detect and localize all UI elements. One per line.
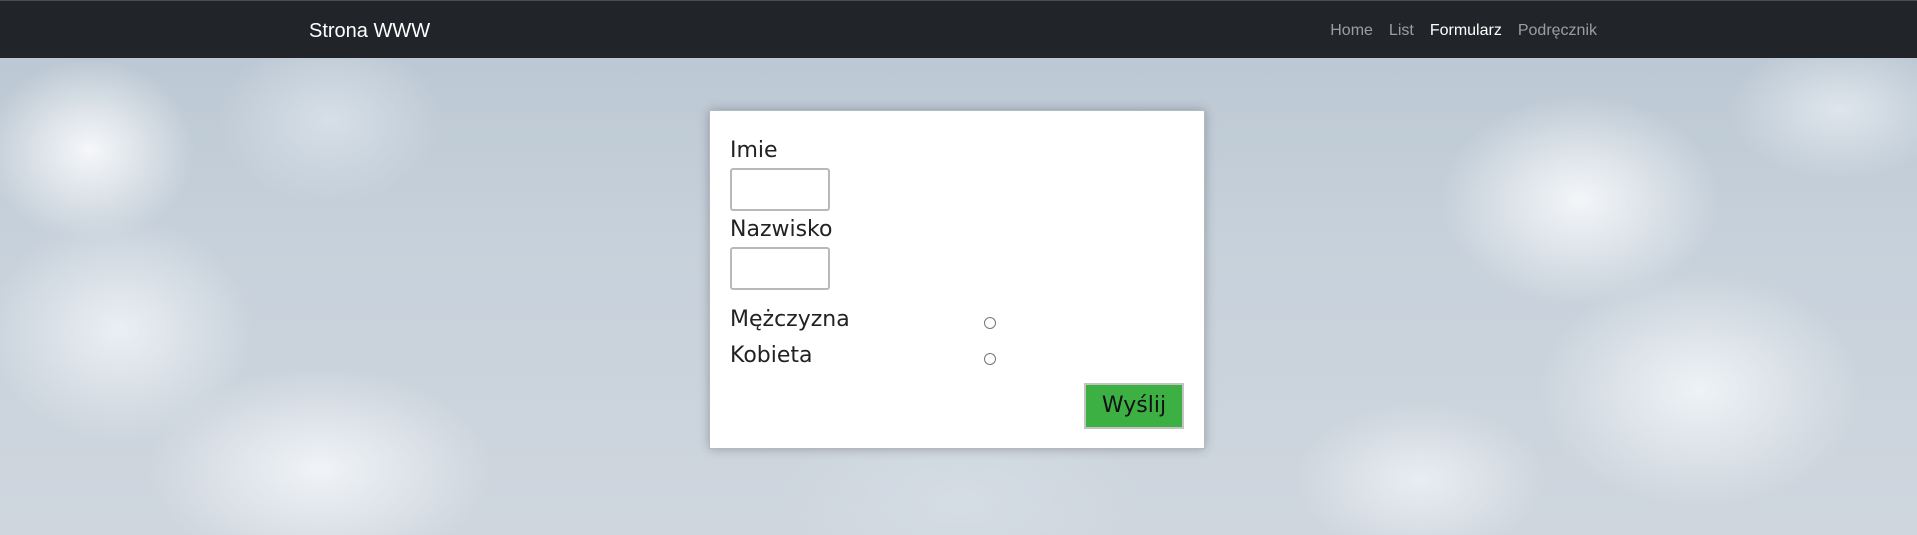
- last-name-label: Nazwisko: [730, 217, 833, 242]
- nav-links: Home List Formularz Podręcznik: [1330, 21, 1597, 41]
- nav-link-list[interactable]: List: [1389, 21, 1414, 41]
- navbar: Strona WWW Home List Formularz Podręczni…: [0, 0, 1917, 58]
- nav-link-home[interactable]: Home: [1330, 21, 1373, 41]
- gender-female-radio[interactable]: [984, 353, 996, 365]
- last-name-input[interactable]: [730, 247, 830, 290]
- gender-female-label: Kobieta: [730, 343, 813, 368]
- first-name-input[interactable]: [730, 168, 830, 211]
- brand-title[interactable]: Strona WWW: [309, 19, 430, 43]
- form-card: Imie Nazwisko Mężczyzna Kobieta Wyślij: [709, 110, 1205, 449]
- submit-button[interactable]: Wyślij: [1084, 383, 1184, 429]
- first-name-label: Imie: [730, 138, 778, 163]
- gender-male-label: Mężczyzna: [730, 307, 850, 332]
- nav-link-podrecznik[interactable]: Podręcznik: [1518, 21, 1597, 41]
- nav-link-formularz[interactable]: Formularz: [1430, 21, 1502, 41]
- gender-male-radio[interactable]: [984, 317, 996, 329]
